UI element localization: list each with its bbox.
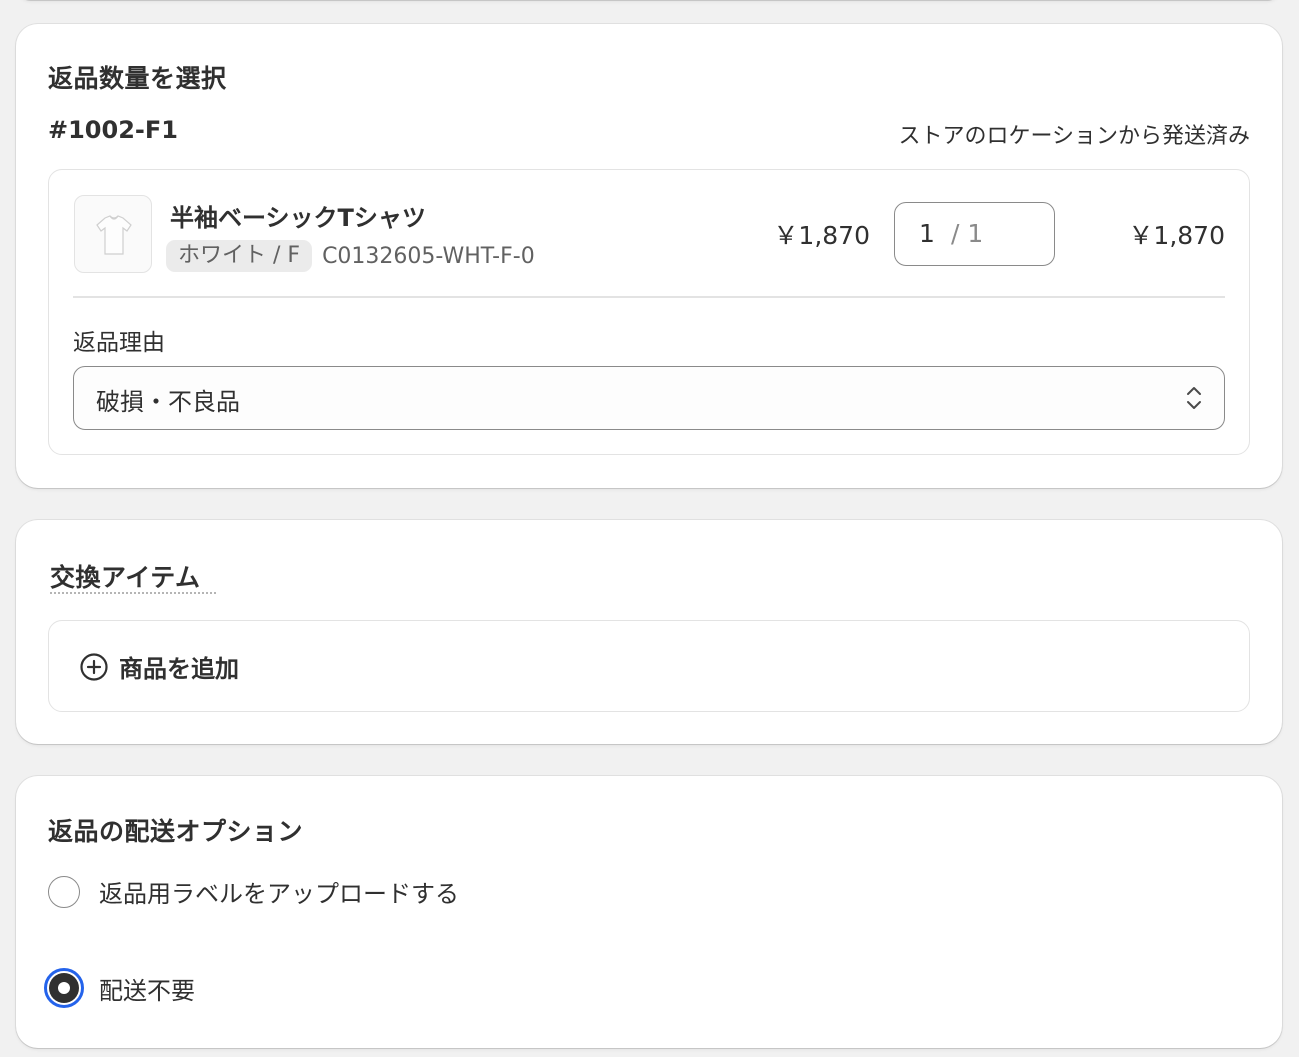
return-shipping-card: 返品の配送オプション 返品用ラベルをアップロードする 配送不要 xyxy=(16,776,1282,1048)
fulfillment-header: #1002-F1 ストアのロケーションから発送済み xyxy=(48,116,1250,150)
title-dotted-underline xyxy=(50,592,216,594)
add-product-container: 商品を追加 xyxy=(48,620,1250,712)
plus-circle-icon xyxy=(80,652,108,681)
tshirt-icon xyxy=(96,215,132,255)
return-reason-select[interactable]: 破損・不良品 xyxy=(73,366,1225,430)
select-chevron-icon xyxy=(1187,387,1201,409)
radio-label-upload: 返品用ラベルをアップロードする xyxy=(99,880,459,908)
add-product-label: 商品を追加 xyxy=(119,655,239,683)
return-quantity-title: 返品数量を選択 xyxy=(48,64,227,93)
variant-badge: ホワイト / F xyxy=(166,240,313,272)
radio-label-no-shipping: 配送不要 xyxy=(99,976,195,1005)
return-quantity-input[interactable]: 1 / 1 xyxy=(894,202,1055,266)
line-total: ￥1,870 xyxy=(1128,221,1225,250)
add-product-button[interactable]: 商品を追加 xyxy=(79,649,239,684)
product-name[interactable]: 半袖ベーシックTシャツ xyxy=(170,198,426,233)
shipping-option-upload-label[interactable]: 返品用ラベルをアップロードする xyxy=(48,874,459,909)
product-sku: C0132605-WHT-F-0 xyxy=(322,243,535,269)
quantity-max: / 1 xyxy=(951,219,984,248)
shipping-option-no-shipping[interactable]: 配送不要 xyxy=(44,968,195,1008)
unit-price: ￥1,870 xyxy=(773,221,870,250)
divider xyxy=(73,296,1225,298)
radio-no-shipping[interactable] xyxy=(44,968,84,1008)
return-reason-value: 破損・不良品 xyxy=(96,388,240,416)
fulfillment-id: #1002-F1 xyxy=(48,116,178,144)
return-line-item: 半袖ベーシックTシャツ ホワイト / F C0132605-WHT-F-0 ￥1… xyxy=(48,169,1250,455)
exchange-items-title: 交換アイテム xyxy=(50,563,201,592)
product-thumbnail xyxy=(74,195,152,273)
radio-upload-label[interactable] xyxy=(48,875,80,908)
variant-info: ホワイト / F C0132605-WHT-F-0 xyxy=(166,240,535,272)
return-reason-label: 返品理由 xyxy=(73,330,165,356)
return-shipping-title: 返品の配送オプション xyxy=(48,817,304,846)
return-quantity-card: 返品数量を選択 #1002-F1 ストアのロケーションから発送済み 半袖ベーシッ… xyxy=(16,24,1282,488)
exchange-items-card: 交換アイテム 商品を追加 xyxy=(16,520,1282,744)
quantity-value[interactable]: 1 xyxy=(919,219,935,248)
fulfillment-status: ストアのロケーションから発送済み xyxy=(898,124,1250,149)
